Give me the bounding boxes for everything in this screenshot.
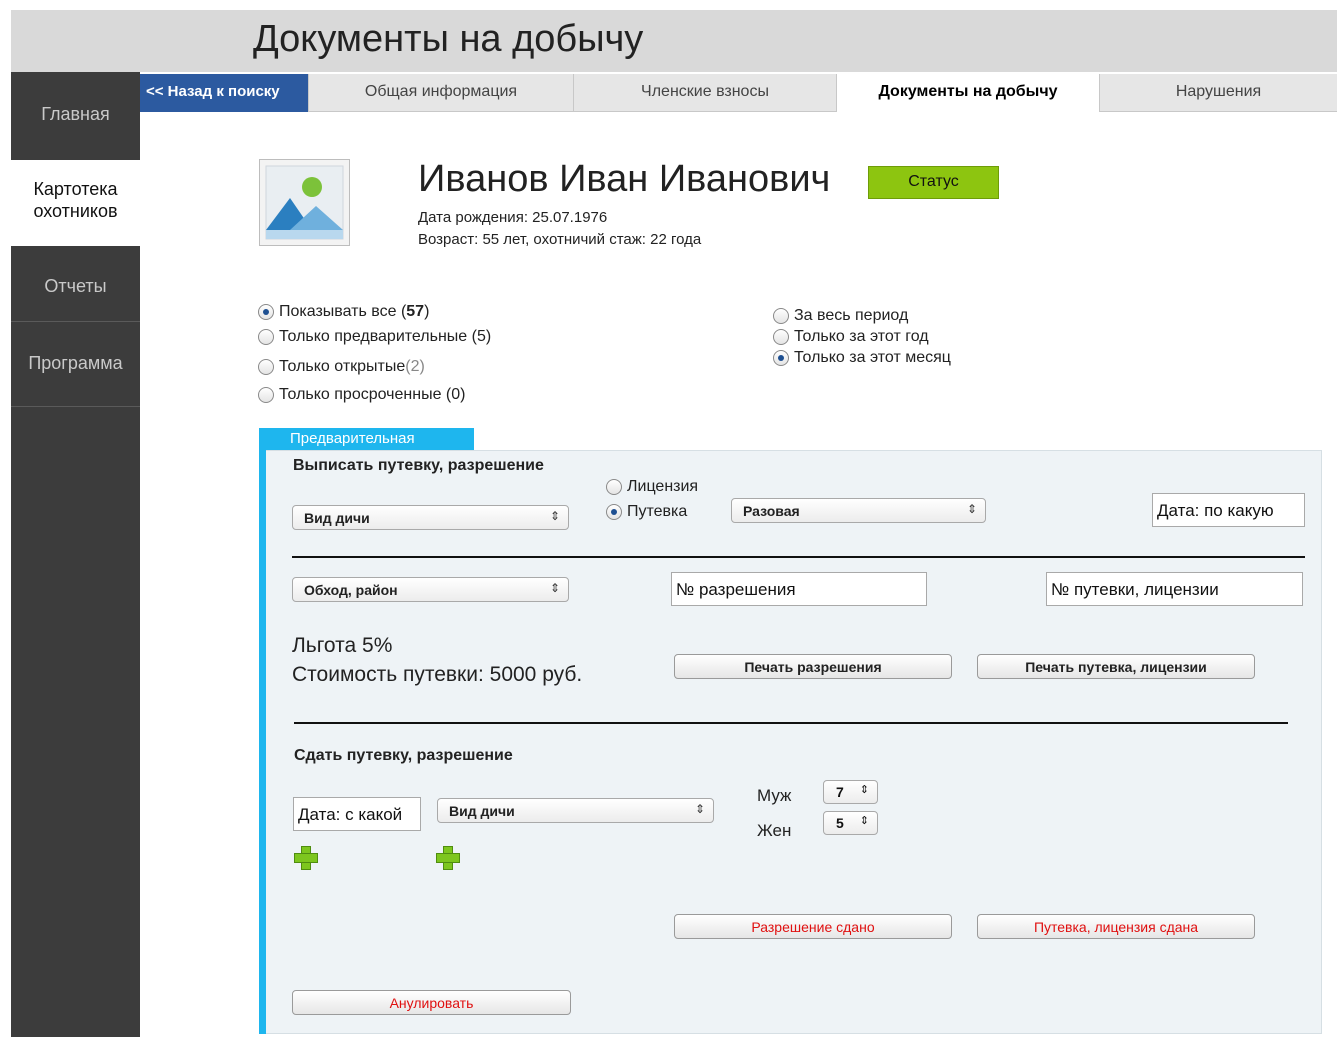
- date-to-field[interactable]: Дата: по какую: [1152, 493, 1305, 527]
- select-arrows-icon: ⇕: [966, 502, 977, 516]
- game-type-select-2[interactable]: Вид дичи ⇕: [437, 798, 714, 823]
- add-date-plus-icon[interactable]: [294, 846, 318, 870]
- option-label: Путевка: [627, 503, 688, 520]
- image-placeholder-icon: [265, 165, 344, 240]
- section-divider: [294, 722, 1288, 724]
- title-bar: Документы на добычу: [11, 10, 1337, 72]
- back-to-search-button[interactable]: << Назад к поиску: [140, 74, 308, 112]
- radio-icon[interactable]: [258, 359, 274, 375]
- period-label: Только за этот месяц: [794, 349, 951, 366]
- filter-count: (2): [405, 358, 425, 375]
- tab-violations[interactable]: Нарушения: [1099, 74, 1337, 112]
- period-label: За весь период: [794, 307, 909, 324]
- period-month[interactable]: Только за этот месяц: [773, 349, 951, 367]
- male-count-stepper[interactable]: 7 ⇕: [823, 780, 878, 804]
- birth-date: Дата рождения: 25.07.1976: [418, 209, 608, 226]
- age-experience: Возраст: 55 лет, охотничий стаж: 22 года: [418, 231, 702, 248]
- filter-count: 57: [406, 303, 425, 320]
- option-label: Лицензия: [627, 478, 699, 495]
- permit-number-field[interactable]: № разрешения: [671, 572, 927, 606]
- filter-label: Показывать все (: [279, 303, 407, 320]
- select-arrows-icon: ⇕: [549, 581, 560, 595]
- filter-open[interactable]: Только открытые (2): [258, 358, 425, 376]
- period-year[interactable]: Только за этот год: [773, 328, 929, 346]
- select-value: Разовая: [743, 503, 800, 519]
- radio-icon[interactable]: [773, 308, 789, 324]
- radio-icon[interactable]: [773, 350, 789, 366]
- date-from-field[interactable]: Дата: с какой: [293, 797, 421, 831]
- panel-accent-bar: [259, 428, 266, 1034]
- game-type-select[interactable]: Вид дичи ⇕: [292, 505, 569, 530]
- cancel-button[interactable]: Анулировать: [292, 990, 571, 1015]
- stepper-arrows-icon[interactable]: ⇕: [860, 814, 869, 827]
- permit-type-select[interactable]: Разовая ⇕: [731, 498, 986, 523]
- filter-label-close: ): [424, 303, 430, 320]
- return-section-title: Сдать путевку, разрешение: [294, 747, 513, 764]
- sidebar-item-reports[interactable]: Отчеты: [11, 276, 140, 297]
- section-divider: [292, 556, 1305, 558]
- sidebar-divider: [11, 321, 140, 322]
- permit-returned-button[interactable]: Разрешение сдано: [674, 914, 952, 939]
- radio-icon[interactable]: [258, 304, 274, 320]
- print-permit-button[interactable]: Печать разрешения: [674, 654, 952, 679]
- filter-show-all[interactable]: Показывать все (57): [258, 303, 429, 321]
- filter-label: Только открытые: [279, 358, 406, 375]
- sidebar-item-home[interactable]: Главная: [11, 104, 140, 125]
- stepper-value: 5: [836, 815, 844, 831]
- filter-preliminary[interactable]: Только предварительные (5): [258, 328, 491, 346]
- female-label: Жен: [757, 821, 792, 840]
- panel-tab-preliminary[interactable]: Предварительная: [259, 428, 474, 450]
- tab-hunting-documents[interactable]: Документы на добычу: [836, 74, 1099, 112]
- female-count-stepper[interactable]: 5 ⇕: [823, 811, 878, 835]
- discount-text: Льгота 5%: [292, 634, 393, 657]
- period-label: Только за этот год: [794, 328, 929, 345]
- period-all[interactable]: За весь период: [773, 307, 908, 325]
- radio-icon[interactable]: [773, 329, 789, 345]
- voucher-number-field[interactable]: № путевки, лицензии: [1046, 572, 1303, 606]
- stepper-arrows-icon[interactable]: ⇕: [860, 783, 869, 796]
- select-value: Обход, район: [304, 582, 398, 598]
- sidebar: Главная Картотека охотников Отчеты Прогр…: [11, 72, 140, 1037]
- page-title: Документы на добычу: [253, 18, 644, 60]
- sidebar-item-label: Картотека охотников: [33, 179, 118, 221]
- sidebar-item-program[interactable]: Программа: [11, 353, 140, 374]
- filter-overdue[interactable]: Только просроченные (0): [258, 386, 465, 404]
- radio-icon[interactable]: [258, 387, 274, 403]
- add-game-plus-icon[interactable]: [436, 846, 460, 870]
- radio-icon[interactable]: [606, 479, 622, 495]
- area-select[interactable]: Обход, район ⇕: [292, 577, 569, 602]
- filter-label: Только просроченные (0): [279, 386, 466, 403]
- print-voucher-button[interactable]: Печать путевка, лицензии: [977, 654, 1255, 679]
- document-panel: [259, 450, 1322, 1034]
- select-arrows-icon: ⇕: [549, 509, 560, 523]
- tab-general-info[interactable]: Общая информация: [308, 74, 573, 112]
- select-value: Вид дичи: [449, 803, 515, 819]
- select-arrows-icon: ⇕: [694, 802, 705, 816]
- cost-text: Стоимость путевки: 5000 руб.: [292, 663, 583, 686]
- hunter-name: Иванов Иван Иванович: [418, 158, 831, 200]
- voucher-option[interactable]: Путевка: [606, 503, 687, 521]
- status-button[interactable]: Статус: [868, 166, 999, 199]
- select-value: Вид дичи: [304, 510, 370, 526]
- tab-membership-fees[interactable]: Членские взносы: [573, 74, 836, 112]
- voucher-returned-button[interactable]: Путевка, лицензия сдана: [977, 914, 1255, 939]
- male-label: Муж: [757, 786, 792, 805]
- sidebar-divider: [11, 406, 140, 407]
- radio-icon[interactable]: [258, 329, 274, 345]
- radio-icon[interactable]: [606, 504, 622, 520]
- stepper-value: 7: [836, 784, 844, 800]
- filter-label: Только предварительные (5): [279, 328, 492, 345]
- issue-section-title: Выписать путевку, разрешение: [293, 457, 544, 474]
- sidebar-item-hunters[interactable]: Картотека охотников: [11, 160, 140, 246]
- license-option[interactable]: Лицензия: [606, 478, 698, 496]
- avatar: [259, 159, 350, 246]
